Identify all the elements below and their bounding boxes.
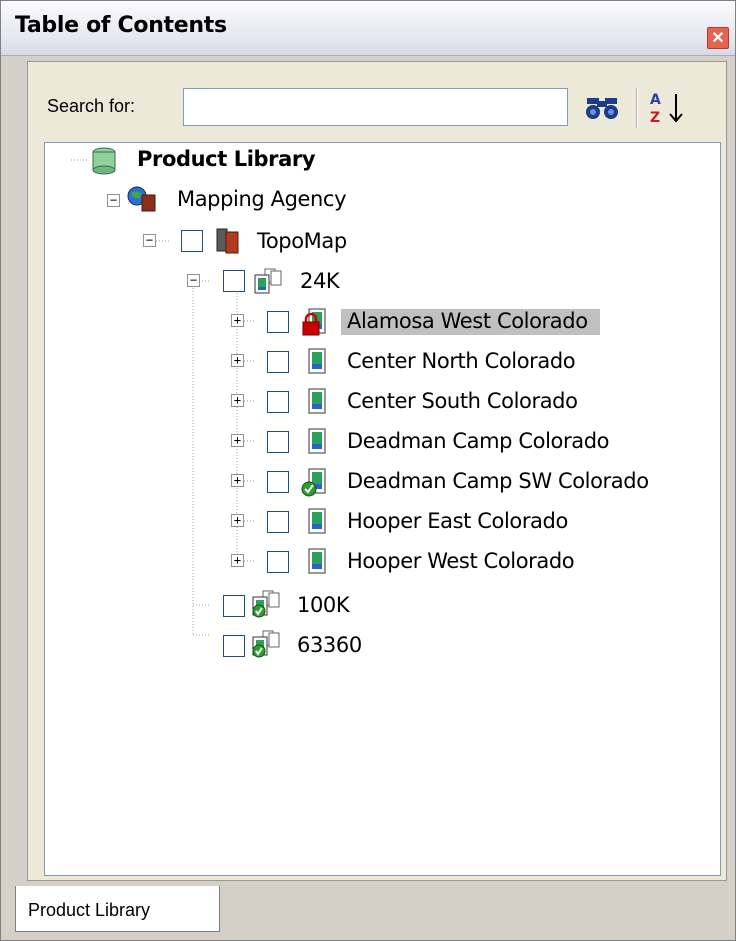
tree-node-scale-100k[interactable]: 100K [297,593,350,617]
expander-sheet-2[interactable]: + [231,354,244,367]
checkbox-sheet-5[interactable] [267,471,289,493]
binoculars-icon [586,98,618,119]
sort-az-icon: A Z [650,92,683,126]
expander-sheet-1[interactable]: + [231,314,244,327]
tree-node-scale-63360[interactable]: 63360 [297,633,362,657]
map-sheet-icon [301,468,326,497]
map-sheet-icon [308,508,326,534]
checkbox-sheet-2[interactable] [267,351,289,373]
map-sheet-icon [308,548,326,574]
globe-book-icon [127,186,156,212]
checkmark-icon [301,481,317,497]
toolbar-separator [636,88,638,128]
checkbox-sheet-3[interactable] [267,391,289,413]
map-series-icon [252,630,280,658]
tree-node-sheet-5[interactable]: Deadman Camp SW Colorado [347,469,649,493]
tree-node-sheet-2[interactable]: Center North Colorado [347,349,576,373]
map-series-icon [254,268,282,294]
close-button[interactable]: ✕ [707,27,729,49]
expander-sheet-4[interactable]: + [231,434,244,447]
checkbox-scale-24k[interactable] [223,270,245,292]
toc-window: Table of Contents ✕ Search for: A Z Prod… [0,0,736,941]
checkbox-sheet-7[interactable] [267,551,289,573]
expander-sheet-7[interactable]: + [231,554,244,567]
map-sheet-icon [302,308,326,336]
close-icon: ✕ [711,30,725,47]
tree-node-sheet-6[interactable]: Hooper East Colorado [347,509,568,533]
search-label: Search for: [47,96,136,116]
tab-label: Product Library [28,900,151,920]
svg-text:A: A [650,92,661,108]
tree-node-sheet-1[interactable]: Alamosa West Colorado [341,309,600,335]
product-library-panel: Search for: A Z Product Library − Mappin… [27,61,727,881]
checkbox-sheet-6[interactable] [267,511,289,533]
title-bar[interactable]: Table of Contents ✕ [1,1,735,56]
tree-node-sheet-3[interactable]: Center South Colorado [347,389,578,413]
expander-agency[interactable]: − [107,194,120,207]
tree-node-root[interactable]: Product Library [137,147,316,171]
map-sheet-icon [308,348,326,374]
expander-sheet-5[interactable]: + [231,474,244,487]
map-series-icon [252,590,280,618]
tree-node-agency[interactable]: Mapping Agency [177,187,347,211]
expander-sheet-6[interactable]: + [231,514,244,527]
product-tree[interactable]: Product Library − Mapping Agency − TopoM… [44,142,721,876]
sort-button[interactable]: A Z [646,90,692,126]
expander-sheet-3[interactable]: + [231,394,244,407]
tree-node-sheet-4[interactable]: Deadman Camp Colorado [347,429,609,453]
search-input[interactable] [183,88,568,126]
tree-node-product[interactable]: TopoMap [257,229,347,253]
svg-text:Z: Z [650,110,660,126]
database-icon [92,147,116,175]
map-sheet-icon [308,428,326,454]
checkbox-sheet-4[interactable] [267,431,289,453]
tree-node-sheet-7[interactable]: Hooper West Colorado [347,549,575,573]
tab-product-library[interactable]: Product Library [15,886,220,932]
books-icon [216,228,239,254]
checkbox-product[interactable] [181,230,203,252]
expander-scale-24k[interactable]: − [187,274,200,287]
tree-node-scale-24k[interactable]: 24K [300,269,340,293]
checkbox-scale-63360[interactable] [223,635,245,657]
checkbox-scale-100k[interactable] [223,595,245,617]
map-sheet-icon [308,388,326,414]
expander-product[interactable]: − [143,234,156,247]
find-button[interactable] [583,92,623,124]
window-title: Table of Contents [15,13,227,38]
checkbox-sheet-1[interactable] [267,311,289,333]
